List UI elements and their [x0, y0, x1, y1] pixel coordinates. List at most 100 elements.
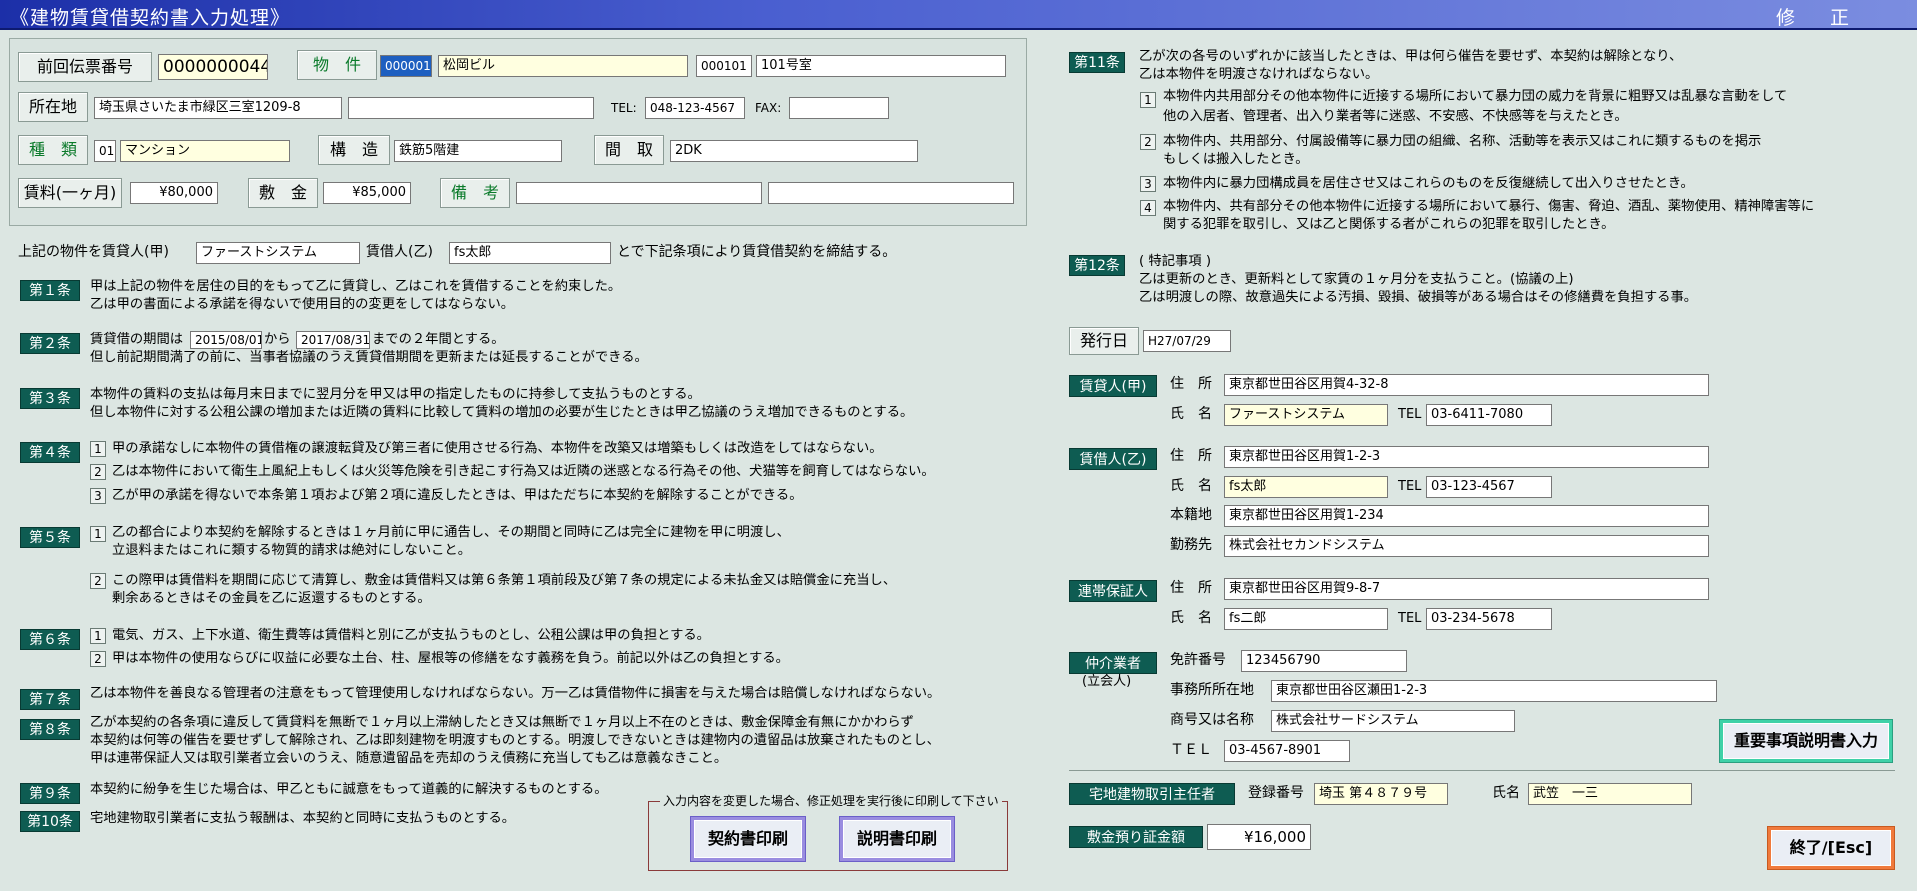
print-contract-button[interactable]: 契約書印刷 [691, 817, 805, 861]
article-5-num-2: 2 [90, 573, 106, 589]
address-field[interactable]: 埼玉県さいたま市緑区三室1209-8 [94, 97, 342, 119]
print-explanation-button[interactable]: 説明書印刷 [840, 817, 954, 861]
lessee-work-field[interactable]: 株式会社セカンドシステム [1224, 535, 1709, 557]
layout-field[interactable]: 2DK [670, 140, 918, 162]
article-11-label: 第11条 [1069, 52, 1125, 73]
article-5-label: 第５条 [20, 527, 80, 548]
article-9-label: 第９条 [20, 783, 80, 804]
lessee-address-field[interactable]: 東京都世田谷区用賀1-2-3 [1224, 446, 1709, 468]
title-bar: 《建物賃貸借契約書入力処理》 修 正 [0, 0, 1917, 30]
fax-label: FAX: [755, 101, 782, 115]
broker-name-field[interactable]: 武笠 一三 [1528, 783, 1692, 805]
guarantor-name-field[interactable]: fs二郎 [1224, 608, 1388, 630]
article-12-line-1: 乙は更新のとき、更新料として家賃の１ヶ月分を支払うこと。(協議の上) [1139, 272, 1574, 287]
broker-name-label: 氏名 [1492, 785, 1520, 801]
article-4-label: 第４条 [20, 442, 80, 463]
property-name-field[interactable]: 松岡ビル [438, 55, 688, 77]
remarks-field-2[interactable] [768, 182, 1014, 204]
period-end-field[interactable]: 2017/08/31 [296, 331, 370, 349]
type-name-field[interactable]: マンション [120, 140, 290, 162]
article-4-num-3: 3 [90, 488, 106, 504]
guarantor-address-field[interactable]: 東京都世田谷区用賀9-8-7 [1224, 578, 1709, 600]
type-code-field[interactable]: 01 [94, 140, 116, 162]
lessee-tel-field[interactable]: 03-123-4567 [1426, 476, 1552, 498]
window-title: 《建物賃貸借契約書入力処理》 [10, 7, 291, 29]
article-4-num-1: 1 [90, 441, 106, 457]
room-code-field[interactable]: 000101 [696, 55, 752, 77]
broker-section-label: 宅地建物取引主任者 [1069, 783, 1235, 805]
article-11-line-1: 乙が次の各号のいずれかに該当したときは、甲は何ら催告を要せず、本契約は解除となり… [1139, 49, 1683, 64]
article-4-num-2: 2 [90, 464, 106, 480]
article-11-item-1b: 他の入居者、管理者、出入り業者等に迷惑、不安感、不快感等を与えたとき。 [1163, 109, 1628, 124]
article-6-label: 第６条 [20, 629, 80, 650]
layout-label: 間 取 [594, 135, 664, 165]
issue-date-label: 発行日 [1069, 327, 1139, 355]
article-2-pre: 賃貸借の期間は [90, 332, 184, 347]
agent-license-label: 免許番号 [1170, 652, 1226, 668]
lessor-tel-field[interactable]: 03-6411-7080 [1426, 404, 1552, 426]
article-11-num-3: 3 [1140, 176, 1156, 192]
address-label: 所在地 [18, 92, 88, 122]
lessee-tel-label: TEL [1398, 479, 1422, 494]
article-11-num-1: 1 [1140, 92, 1156, 108]
exit-button[interactable]: 終了/[Esc] [1768, 827, 1894, 869]
lessee-name-field[interactable]: fs太郎 [1224, 476, 1388, 498]
agent-license-field[interactable]: 123456790 [1241, 650, 1407, 672]
agent-office-field[interactable]: 東京都世田谷区瀬田1-2-3 [1271, 680, 1717, 702]
guarantor-name-label: 氏 名 [1170, 610, 1212, 626]
article-3-label: 第３条 [20, 388, 80, 409]
deposit-field[interactable]: ¥85,000 [323, 182, 411, 204]
deposit-cert-field[interactable]: ¥16,000 [1207, 824, 1311, 850]
agent-company-field[interactable]: 株式会社サードシステム [1271, 710, 1515, 732]
property-code-field[interactable]: 000001 [380, 55, 432, 77]
article-10-label: 第10条 [20, 811, 80, 832]
article-11-item-3: 本物件内に暴力団構成員を居住させ又はこれらのものを反復継続して出入りさせたとき。 [1163, 176, 1694, 191]
lessee-domicile-field[interactable]: 東京都世田谷区用賀1-234 [1224, 505, 1709, 527]
agent-tel-field[interactable]: 03-4567-8901 [1224, 740, 1350, 762]
period-start-field[interactable]: 2015/08/01 [190, 331, 262, 349]
article-11-num-2: 2 [1140, 134, 1156, 150]
structure-label: 構 造 [318, 135, 390, 165]
lessor-name-field[interactable]: ファーストシステム [1224, 404, 1388, 426]
structure-field[interactable]: 鉄筋5階建 [394, 140, 562, 162]
print-box-note: 入力内容を変更した場合、修正処理を実行後に印刷して下さい [660, 792, 1002, 810]
lessor-address-field[interactable]: 東京都世田谷区用賀4-32-8 [1224, 374, 1709, 396]
tel-label: TEL: [611, 101, 637, 115]
guarantor-address-label: 住 所 [1170, 580, 1212, 596]
guarantor-section-label: 連帯保証人 [1069, 580, 1157, 602]
remarks-field-1[interactable] [516, 182, 762, 204]
intro-lessor-field[interactable]: ファーストシステム [196, 242, 360, 264]
guarantor-tel-field[interactable]: 03-234-5678 [1426, 608, 1552, 630]
fax-field[interactable] [789, 97, 889, 119]
important-matters-button[interactable]: 重要事項説明書入力 [1720, 720, 1892, 762]
article-8-label: 第８条 [20, 719, 80, 740]
intro-lessee-field[interactable]: fs太郎 [449, 242, 611, 264]
tel-field[interactable]: 048-123-4567 [645, 97, 745, 119]
deposit-label: 敷 金 [248, 178, 318, 208]
article-5-item-2a: この際甲は賃借料を期間に応じて清算し、敷金は賃借料又は第６条第１項前段及び第７条… [112, 573, 897, 588]
article-11-item-1a: 本物件内共用部分その他本物件に近接する場所において暴力団の威力を背景に粗野又は乱… [1163, 89, 1788, 104]
article-12-label: 第12条 [1069, 255, 1125, 276]
room-name-field[interactable]: 101号室 [756, 55, 1006, 77]
rent-label: 賃料(一ヶ月) [18, 178, 122, 208]
issue-date-field[interactable]: H27/07/29 [1143, 330, 1231, 352]
intro-post: とで下記条項により賃貸借契約を締結する。 [617, 244, 897, 260]
lessee-section-label: 賃借人(乙) [1069, 448, 1157, 470]
article-5-num-1: 1 [90, 526, 106, 542]
lessor-address-label: 住 所 [1170, 376, 1212, 392]
guarantor-tel-label: TEL [1398, 611, 1422, 626]
agent-section-label: 仲介業者 [1069, 652, 1157, 674]
article-8-line-1: 乙が本契約の各条項に違反して賃貸料を無断で１ヶ月以上滞納したとき又は無断で１ヶ月… [90, 715, 914, 730]
rent-field[interactable]: ¥80,000 [130, 182, 218, 204]
broker-reg-label: 登録番号 [1248, 785, 1304, 801]
remarks-label: 備 考 [440, 178, 510, 208]
broker-reg-field[interactable]: 埼玉 第４８７９号 [1314, 783, 1448, 805]
agent-sub-label: (立会人) [1082, 674, 1132, 689]
property-label: 物 件 [297, 50, 377, 80]
article-4-item-2: 乙は本物件において衛生上風紀上もしくは火災等危険を引き起こす行為又は近隣の迷惑と… [112, 464, 935, 479]
article-12-heading: ( 特記事項 ) [1139, 254, 1212, 269]
prev-slip-field[interactable]: 0000000044 [158, 54, 268, 80]
address-extra-field[interactable] [348, 97, 594, 119]
article-1-line-2: 乙は甲の書面による承諾を得ないで使用目的の変更をしてはならない。 [90, 297, 515, 312]
article-7-line-1: 乙は本物件を善良なる管理者の注意をもって管理使用しなければならない。万一乙は賃借… [90, 686, 941, 701]
